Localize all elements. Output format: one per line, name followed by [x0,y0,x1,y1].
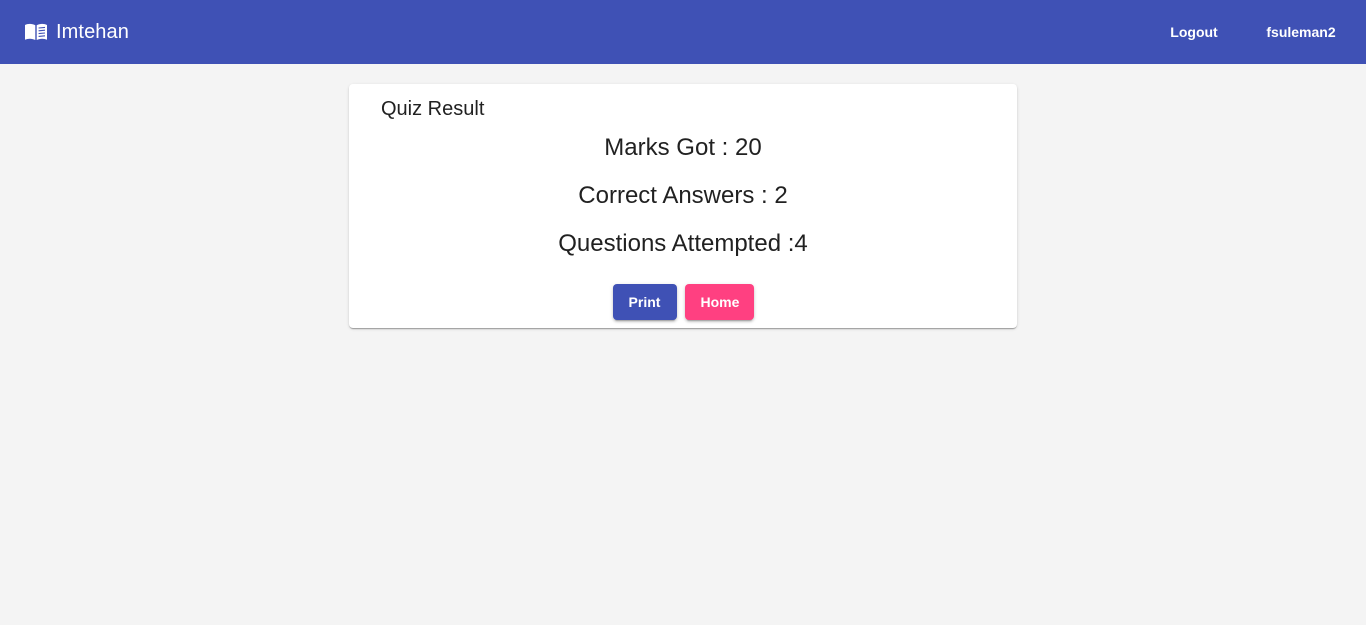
home-button[interactable]: Home [684,284,754,320]
brand-link[interactable]: Imtehan [24,0,129,64]
quiz-result-card: Quiz Result Marks Got : 20 Correct Answe… [349,84,1017,328]
app-title: Imtehan [56,20,129,43]
correct-answers-text: Correct Answers : 2 [578,182,788,209]
user-menu-button[interactable]: fsuleman2 [1252,14,1350,50]
open-book-icon [24,20,48,44]
card-title: Quiz Result [381,98,485,120]
marks-got-text: Marks Got : 20 [604,134,762,161]
questions-attempted-text: Questions Attempted :4 [558,230,808,257]
logout-button[interactable]: Logout [1156,14,1232,50]
top-toolbar: Imtehan Logout fsuleman2 [0,0,1366,64]
print-button[interactable]: Print [612,284,677,320]
card-actions: Print Home [349,284,1017,320]
